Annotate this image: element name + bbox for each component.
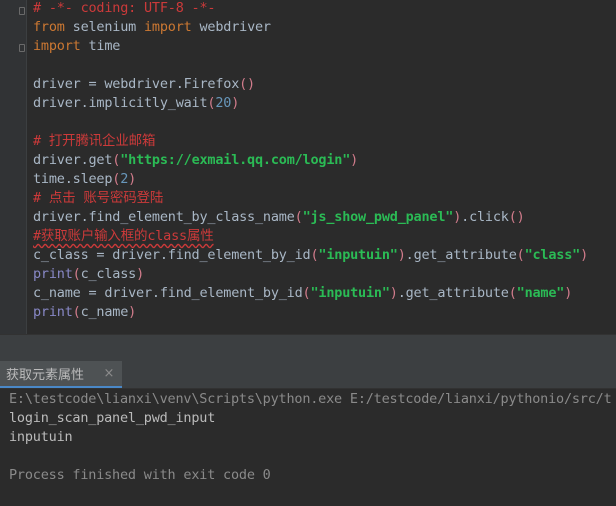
code-token: "https://exmail.qq.com/login" bbox=[120, 152, 351, 168]
panel-divider[interactable] bbox=[0, 334, 616, 362]
fold-marker-icon[interactable] bbox=[19, 44, 25, 52]
console-line-output: login_scan_panel_pwd_input bbox=[9, 410, 216, 426]
run-console[interactable]: E:\testcode\lianxi\venv\Scripts\python.e… bbox=[0, 389, 616, 506]
code-line: driver.implicitly_wait(20) bbox=[33, 94, 616, 113]
code-token: ) bbox=[128, 171, 137, 187]
code-token: c_class = driver.find_element_by_id bbox=[33, 247, 311, 263]
code-line: driver.find_element_by_class_name("js_sh… bbox=[33, 208, 616, 227]
code-token: driver.implicitly_wait bbox=[33, 95, 208, 111]
code-token: selenium bbox=[64, 19, 144, 35]
code-token: webdriver bbox=[191, 19, 272, 35]
code-token: c_class bbox=[80, 266, 137, 282]
code-line: import time bbox=[33, 37, 616, 56]
code-line: c_name = driver.find_element_by_id ( "inpu… bbox=[33, 284, 616, 303]
code-token: ) bbox=[136, 266, 145, 282]
code-token: #获取账户输入框的class属性 bbox=[33, 228, 214, 244]
code-token: import bbox=[33, 38, 81, 54]
code-token: ( bbox=[294, 209, 303, 225]
code-line: # 点击 账号密码登陆 bbox=[33, 189, 616, 208]
code-token: ) bbox=[580, 247, 589, 263]
code-token: driver = webdriver.Firefox bbox=[33, 76, 240, 92]
code-area[interactable]: # -*- coding: UTF-8 -*- from selenium im… bbox=[33, 0, 616, 322]
code-token: "name" bbox=[516, 285, 565, 301]
code-token: # -*- coding: UTF-8 -*- bbox=[33, 0, 216, 16]
code-line: #获取账户输入框的class属性 bbox=[33, 227, 616, 246]
code-token: () bbox=[508, 209, 525, 225]
close-icon[interactable]: × bbox=[102, 366, 116, 381]
run-tab-bar: 获取元素属性 × bbox=[0, 361, 616, 389]
code-token: # 点击 账号密码登陆 bbox=[33, 190, 164, 206]
code-token: ) bbox=[564, 285, 573, 301]
code-token: "class" bbox=[524, 247, 581, 263]
code-token: driver.get bbox=[33, 152, 113, 168]
gutter-separator bbox=[26, 0, 27, 334]
console-line-exit: Process finished with exit code 0 bbox=[9, 467, 271, 483]
code-token: time.sleep bbox=[33, 171, 113, 187]
code-token: ( bbox=[72, 266, 81, 282]
code-line: driver.get("https://exmail.qq.com/login"… bbox=[33, 151, 616, 170]
code-token: ( bbox=[72, 304, 81, 320]
code-token: ) bbox=[397, 247, 406, 263]
code-token: ) bbox=[128, 304, 137, 320]
code-token: ( bbox=[516, 247, 525, 263]
run-tab-label: 获取元素属性 bbox=[6, 368, 85, 383]
code-token: .get_attribute bbox=[397, 285, 509, 301]
code-line: time.sleep(2) bbox=[33, 170, 616, 189]
code-token: ) bbox=[389, 285, 398, 301]
code-token: # 打开腾讯企业邮箱 bbox=[33, 133, 156, 149]
code-token: import bbox=[144, 19, 192, 35]
code-line: # 打开腾讯企业邮箱 bbox=[33, 132, 616, 151]
code-token: ( bbox=[508, 285, 517, 301]
run-tab[interactable]: 获取元素属性 × bbox=[0, 361, 122, 388]
code-line: print(c_name) bbox=[33, 303, 616, 322]
code-line: from selenium import webdriver bbox=[33, 18, 616, 37]
code-editor[interactable]: # -*- coding: UTF-8 -*- from selenium im… bbox=[0, 0, 616, 334]
code-token: time bbox=[80, 38, 121, 54]
code-token: driver.find_element_by_class_name bbox=[33, 209, 295, 225]
code-token: c_name bbox=[80, 304, 129, 320]
code-token: .get_attribute bbox=[405, 247, 517, 263]
code-token: c_name = driver.find_element_by_id bbox=[33, 285, 303, 301]
code-line: c_class = driver.find_element_by_id ( "inp… bbox=[33, 246, 616, 265]
code-token: ) bbox=[231, 95, 240, 111]
code-token: 20 bbox=[215, 95, 232, 111]
code-line: # -*- coding: UTF-8 -*- bbox=[33, 0, 616, 18]
code-token: ) bbox=[350, 152, 359, 168]
code-token: print bbox=[33, 266, 73, 282]
code-line: print(c_class) bbox=[33, 265, 616, 284]
code-line: driver = webdriver.Firefox() bbox=[33, 75, 616, 94]
code-token: () bbox=[239, 76, 255, 92]
console-line-command: E:\testcode\lianxi\venv\Scripts\python.e… bbox=[9, 391, 612, 407]
code-token: 2 bbox=[120, 171, 129, 187]
code-token: "js_show_pwd_panel" bbox=[302, 209, 454, 225]
code-token: .click bbox=[461, 209, 509, 225]
code-token: "inputuin" bbox=[310, 285, 390, 301]
fold-marker-icon[interactable] bbox=[19, 7, 25, 15]
code-token: print bbox=[33, 304, 73, 320]
console-line-output: inputuin bbox=[9, 429, 73, 445]
editor-gutter bbox=[0, 0, 26, 334]
code-token: from bbox=[33, 19, 65, 35]
code-token: ) bbox=[453, 209, 462, 225]
code-token: "inputuin" bbox=[318, 247, 398, 263]
